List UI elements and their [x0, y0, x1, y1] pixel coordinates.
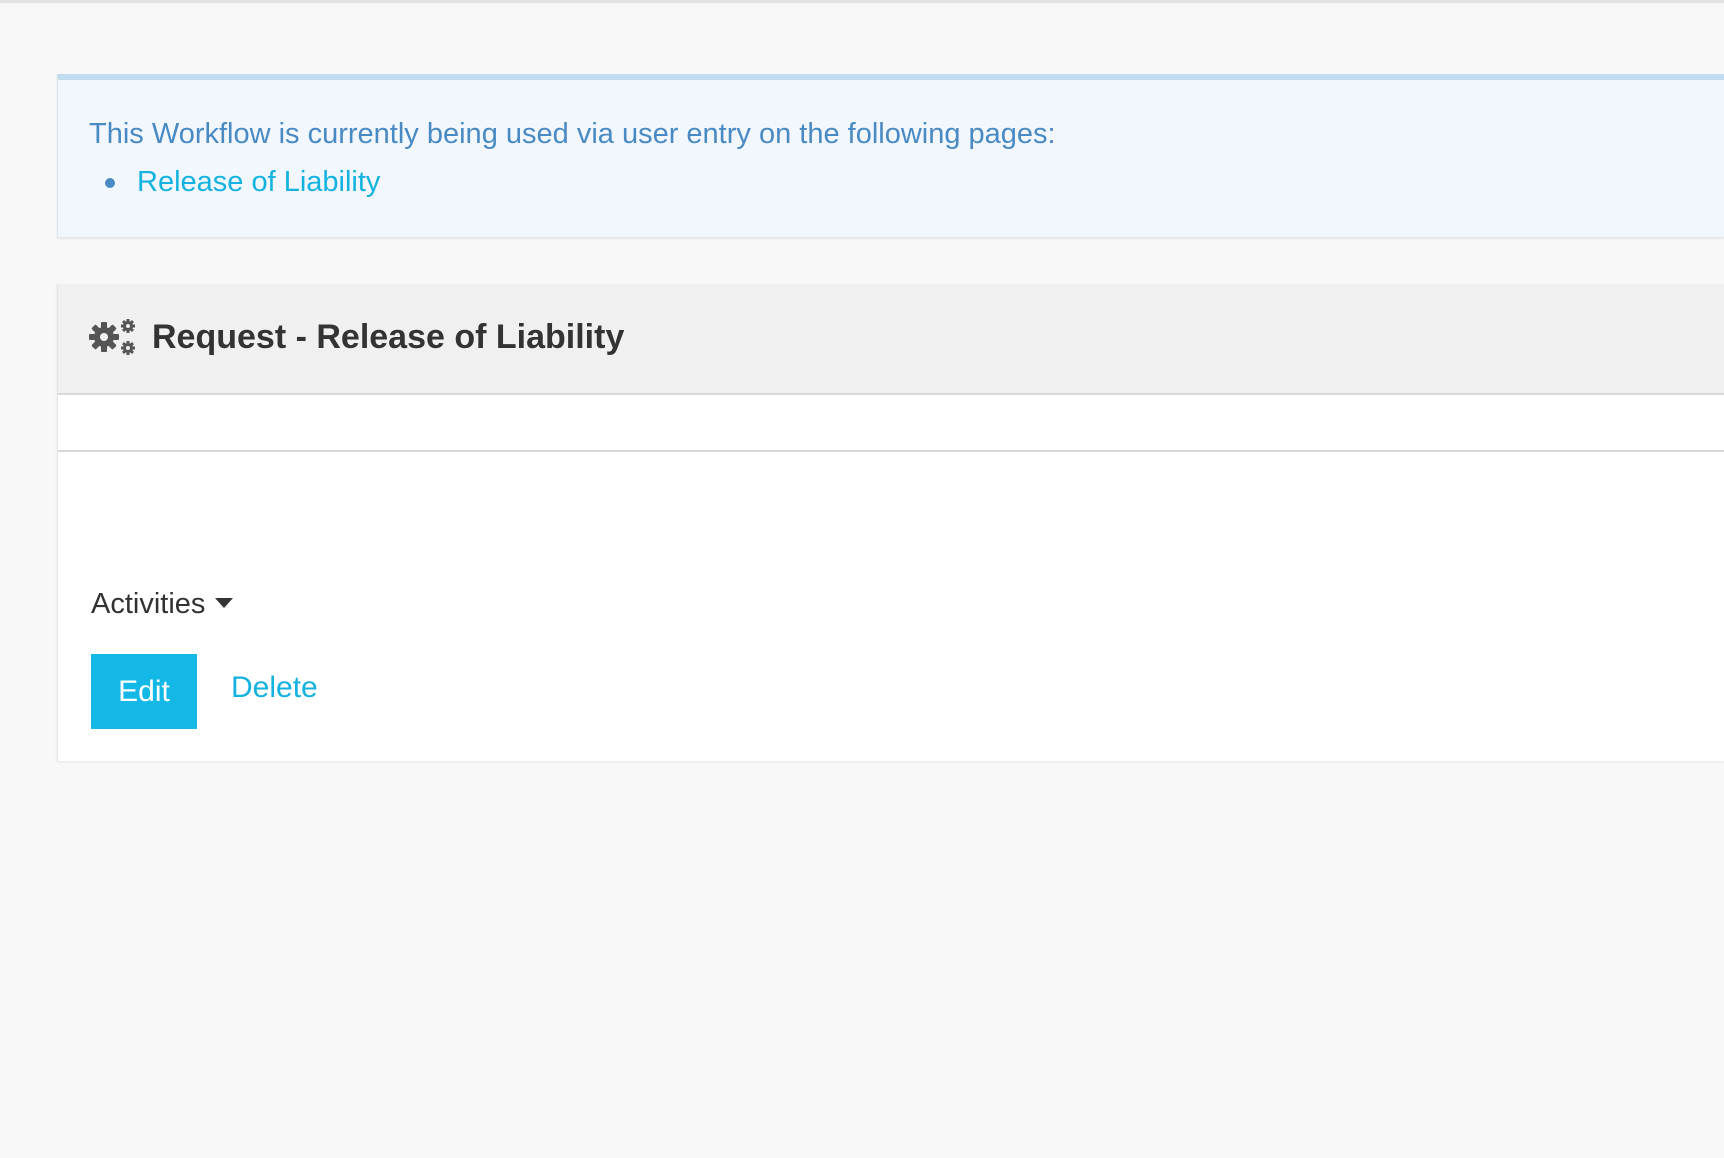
page-list: Release of Liability: [105, 164, 380, 200]
activities-label: Activities: [91, 588, 206, 620]
panel-title: Request - Release of Liability: [152, 318, 625, 356]
gears-icon: [89, 319, 135, 355]
panel-heading: Request - Release of Liability: [58, 284, 1724, 395]
bullet-icon: [105, 178, 115, 188]
edit-button[interactable]: Edit: [91, 654, 197, 729]
caret-down-icon: [215, 598, 234, 608]
panel-subheader-row: [58, 395, 1724, 452]
list-item: Release of Liability: [105, 164, 380, 200]
alert-message: This Workflow is currently being used vi…: [89, 118, 1056, 150]
top-divider: [0, 0, 1724, 3]
page-link-release-of-liability[interactable]: Release of Liability: [137, 166, 380, 198]
workflow-usage-alert: This Workflow is currently being used vi…: [57, 74, 1724, 238]
delete-button[interactable]: Delete: [231, 671, 318, 705]
workflow-panel: Request - Release of Liability Activitie…: [57, 284, 1724, 761]
activities-dropdown[interactable]: Activities: [91, 588, 234, 621]
